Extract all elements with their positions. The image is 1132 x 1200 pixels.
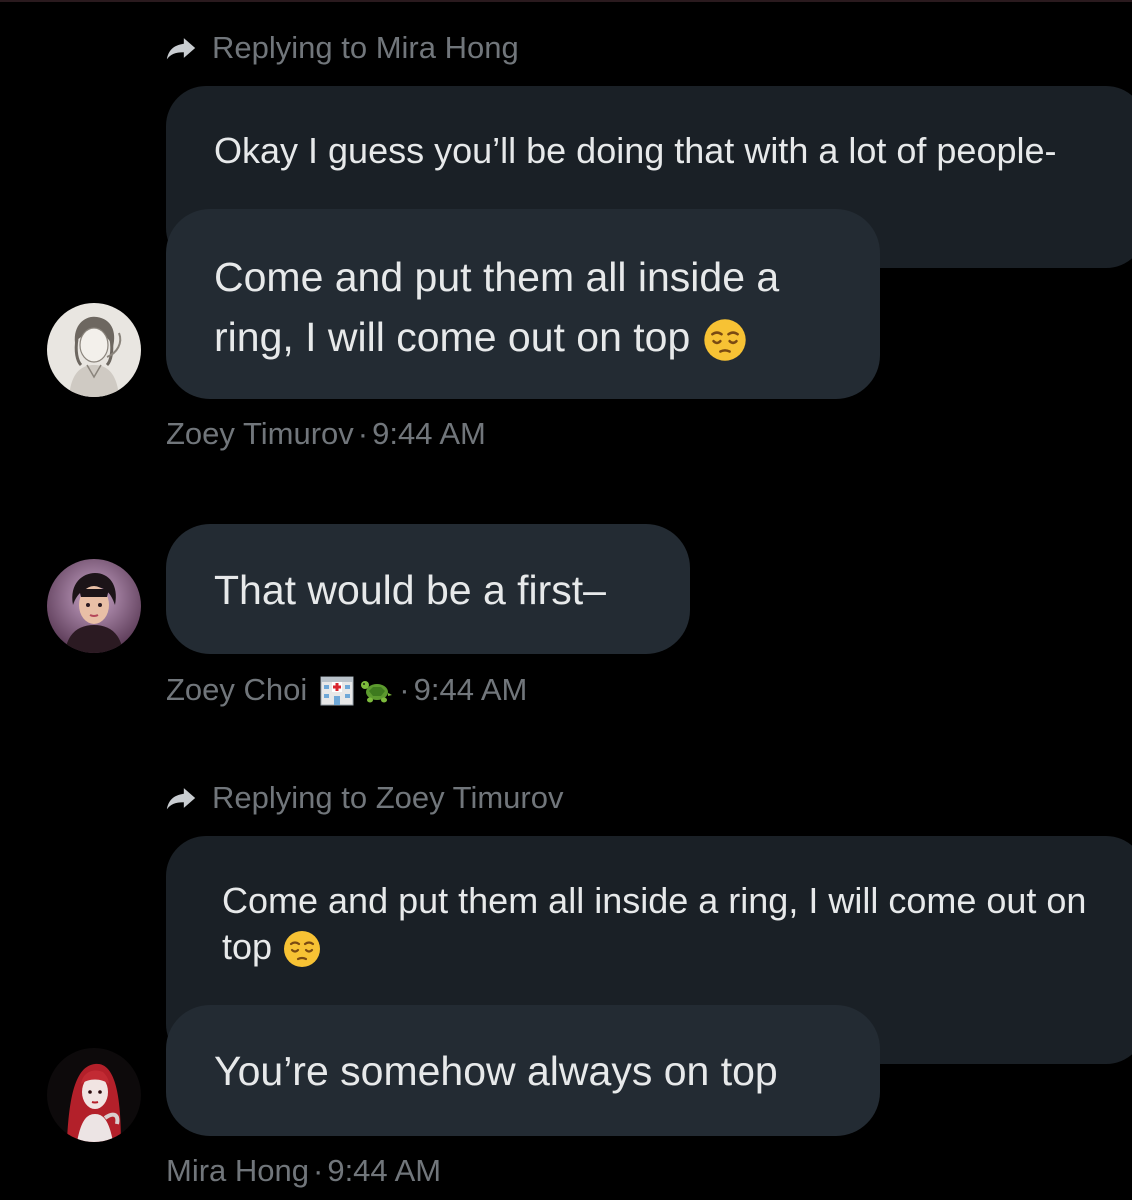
reply-context-1[interactable]: Replying to Mira Hong: [164, 30, 519, 66]
reply-label: Replying to Mira Hong: [212, 30, 519, 65]
timestamp: 9:44 AM: [327, 1153, 442, 1188]
avatar-zoey-timurov[interactable]: [47, 303, 141, 397]
message-bubble-2[interactable]: That would be a first–: [166, 524, 690, 654]
turtle-emoji: [359, 673, 395, 707]
message-text: That would be a first–: [214, 567, 606, 613]
top-divider: [0, 0, 1132, 2]
pensive-face-emoji: [282, 929, 322, 969]
message-text: You’re somehow always on top: [214, 1048, 778, 1094]
hospital-emoji: [319, 673, 355, 707]
message-meta-2: Zoey Choi · 9:44 AM: [166, 672, 527, 708]
message-bubble-1[interactable]: Come and put them all inside a ring, I w…: [166, 209, 880, 399]
meta-separator: ·: [357, 416, 369, 451]
message-meta-1: Zoey Timurov · 9:44 AM: [166, 416, 486, 452]
author-name[interactable]: Mira Hong: [166, 1153, 309, 1189]
reply-arrow-icon: [164, 781, 198, 815]
meta-separator: ·: [399, 672, 410, 707]
message-text-line: ring, I will come out on top: [214, 314, 691, 360]
message-bubble-3[interactable]: You’re somehow always on top: [166, 1005, 880, 1136]
avatar-mira-hong[interactable]: [47, 1048, 141, 1142]
meta-separator: ·: [313, 1153, 324, 1188]
timestamp: 9:44 AM: [413, 672, 528, 707]
quoted-text-line: top: [222, 926, 273, 967]
reply-label: Replying to Zoey Timurov: [212, 780, 564, 815]
message-text-line: Come and put them all inside a: [214, 254, 780, 300]
author-name[interactable]: Zoey Timurov: [166, 416, 354, 452]
message-meta-3: Mira Hong · 9:44 AM: [166, 1153, 441, 1189]
reply-context-3[interactable]: Replying to Zoey Timurov: [164, 780, 563, 816]
pensive-face-emoji: [702, 317, 748, 363]
quoted-text: Okay I guess you’ll be doing that with a…: [214, 130, 1057, 171]
timestamp: 9:44 AM: [372, 416, 486, 451]
reply-arrow-icon: [164, 31, 198, 65]
quoted-text-line: Come and put them all inside a ring, I w…: [222, 880, 1087, 921]
author-name[interactable]: Zoey Choi: [166, 672, 307, 708]
avatar-zoey-choi[interactable]: [47, 559, 141, 653]
